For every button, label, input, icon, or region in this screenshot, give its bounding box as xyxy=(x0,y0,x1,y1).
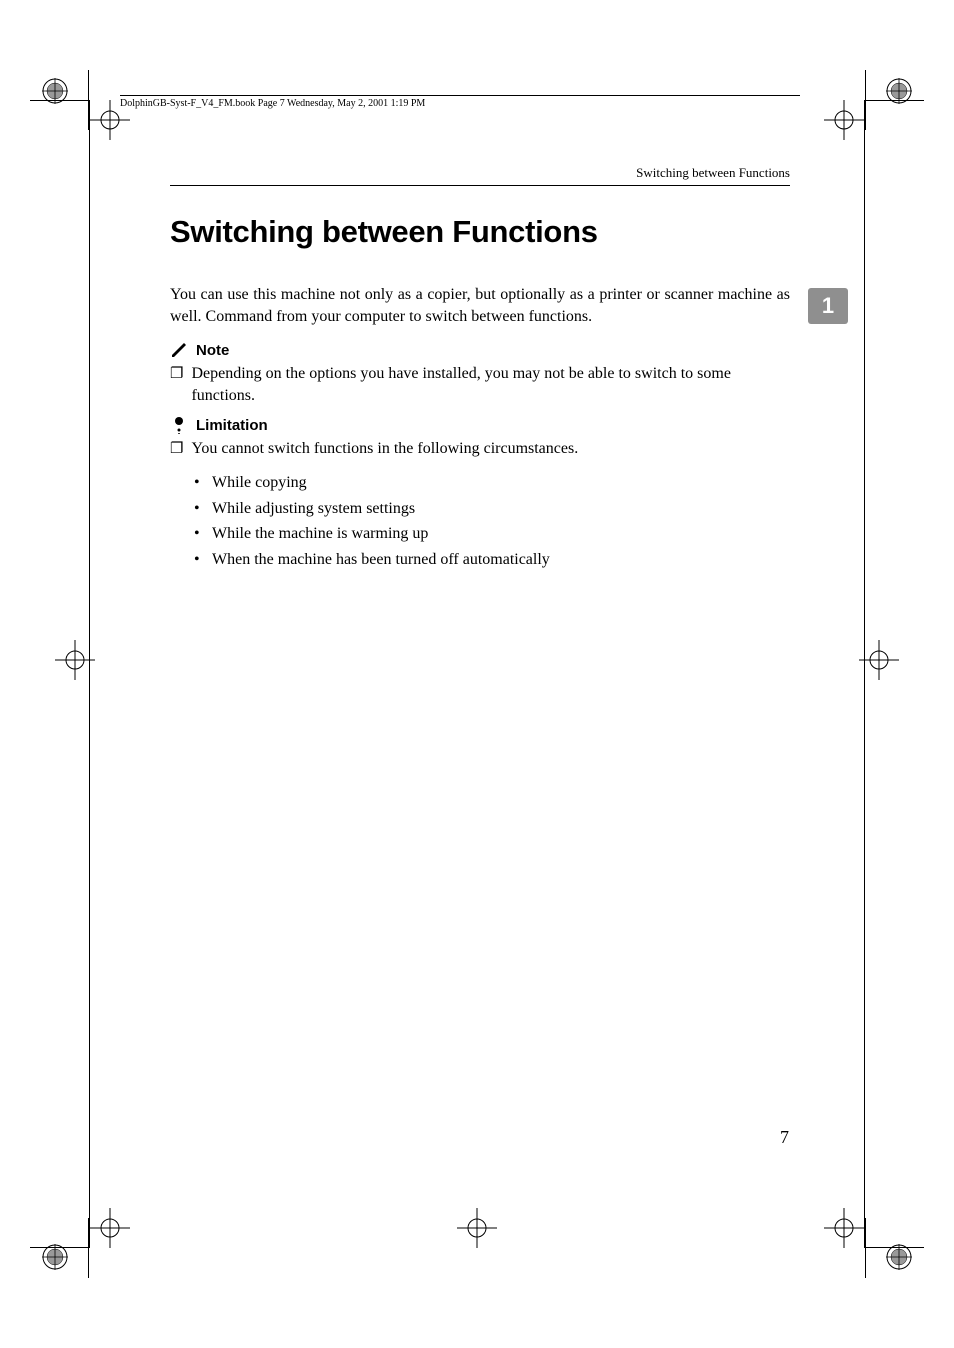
limitation-bullets: While copying While adjusting system set… xyxy=(170,470,790,572)
list-item: While the machine is warming up xyxy=(212,521,790,547)
guide-line-right xyxy=(864,100,865,1248)
page-title: Switching between Functions xyxy=(170,214,790,250)
checkbox-bullet-icon: ❐ xyxy=(170,364,183,385)
book-info: DolphinGB-Syst-F_V4_FM.book Page 7 Wedne… xyxy=(120,95,800,109)
list-item: While adjusting system settings xyxy=(212,496,790,522)
page-number: 7 xyxy=(780,1127,789,1148)
limitation-intro-list: ❐ You cannot switch functions in the fol… xyxy=(170,438,790,460)
crop-line xyxy=(30,100,90,101)
crop-line xyxy=(865,70,866,130)
chapter-number: 1 xyxy=(822,293,834,319)
list-item: ❐ Depending on the options you have inst… xyxy=(170,363,790,406)
crop-line xyxy=(864,1247,924,1248)
crop-line xyxy=(865,1218,866,1278)
page-content: Switching between Functions Switching be… xyxy=(170,165,790,572)
note-item-text: Depending on the options you have instal… xyxy=(191,363,790,406)
list-item: ❐ You cannot switch functions in the fol… xyxy=(170,438,790,460)
crosshair-mark-top-right xyxy=(824,100,864,140)
list-item: While copying xyxy=(212,470,790,496)
limitation-intro-text: You cannot switch functions in the follo… xyxy=(191,438,790,460)
crop-line xyxy=(864,100,924,101)
crosshair-mark-bottom-center xyxy=(457,1208,497,1248)
checkbox-bullet-icon: ❐ xyxy=(170,439,183,460)
pencil-icon xyxy=(170,341,188,359)
limitation-heading: Limitation xyxy=(170,416,790,434)
crosshair-mark-bottom-left xyxy=(90,1208,130,1248)
book-info-rule xyxy=(120,95,800,96)
note-list: ❐ Depending on the options you have inst… xyxy=(170,363,790,406)
guide-line-left xyxy=(89,100,90,1248)
chapter-tab: 1 xyxy=(808,288,848,324)
running-head: Switching between Functions xyxy=(170,165,790,186)
crop-line xyxy=(30,1247,90,1248)
crosshair-mark-right-mid xyxy=(859,640,899,680)
intro-paragraph: You can use this machine not only as a c… xyxy=(170,284,790,327)
person-icon xyxy=(170,416,188,434)
note-label: Note xyxy=(196,342,229,359)
crosshair-mark-bottom-right xyxy=(824,1208,864,1248)
book-info-text: DolphinGB-Syst-F_V4_FM.book Page 7 Wedne… xyxy=(120,98,800,109)
note-heading: Note xyxy=(170,341,790,359)
limitation-label: Limitation xyxy=(196,417,268,434)
list-item: When the machine has been turned off aut… xyxy=(212,547,790,573)
